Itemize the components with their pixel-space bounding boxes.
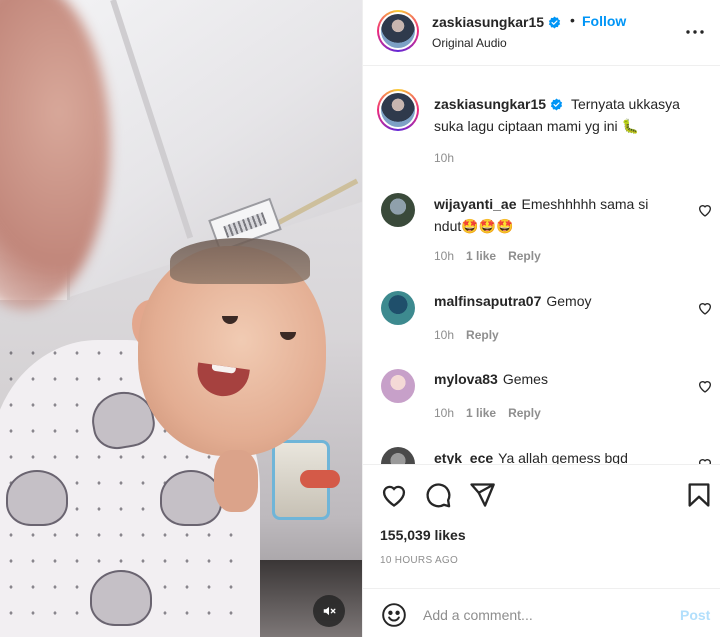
commenter-username[interactable]: malfinsaputra07 [434,293,541,309]
commenter-avatar[interactable] [381,291,415,325]
elephant-print [6,470,68,526]
comment-text: wijayanti_ae Emeshhhhh sama si ndut🤩🤩🤩 [434,193,674,237]
comment-meta: 10h 1 like Reply [434,406,541,420]
speaker-muted-icon [323,606,336,616]
author-avatar[interactable] [377,10,419,52]
comment-body: Gemoy [546,293,592,309]
comment-body: Ya allah gemess bgd [498,450,628,464]
reply-button[interactable]: Reply [508,406,541,420]
comment-meta: 10h 1 like Reply [434,249,541,263]
elephant-print [160,470,222,526]
comment-time: 10h [434,328,455,342]
comment-likes[interactable]: 1 like [466,249,496,263]
comment-meta: 10h Reply [434,328,499,342]
post-button[interactable]: Post [680,607,710,623]
like-heart-icon[interactable] [380,481,408,509]
post-header: zaskiasungkar15 • Follow Original Audio [363,0,720,66]
separator-dot: • [570,12,575,28]
commenter-avatar[interactable] [381,193,415,227]
more-horizontal-icon[interactable] [683,20,707,44]
comment-time: 10h [434,249,455,263]
baby-hand [214,450,258,512]
heart-icon[interactable] [697,202,713,218]
heart-icon[interactable] [697,456,713,464]
emoji-icon[interactable] [381,602,407,628]
comment-text: etyk_ece Ya allah gemess bgd [434,447,674,464]
comment-input[interactable] [423,601,653,629]
caption-avatar[interactable] [377,89,419,131]
comment-time: 10h [434,406,455,420]
author-username-text[interactable]: zaskiasungkar15 [432,14,544,30]
commenter-username[interactable]: etyk_ece [434,450,493,464]
commenter-avatar[interactable] [381,447,415,464]
audio-label[interactable]: Original Audio [432,36,507,50]
comment-likes[interactable]: 1 like [466,406,496,420]
caption-username[interactable]: zaskiasungkar15 [434,96,546,112]
comment-icon[interactable] [424,481,452,509]
comments-list[interactable]: zaskiasungkar15 Ternyata ukkasya suka la… [363,67,720,464]
reply-button[interactable]: Reply [466,328,499,342]
caption-text: zaskiasungkar15 Ternyata ukkasya suka la… [434,93,704,137]
baby-hair [170,238,310,284]
post-timestamp[interactable]: 10 HOURS AGO [380,555,458,566]
post-actions: 155,039 likes 10 HOURS AGO [363,464,720,584]
commenter-avatar[interactable] [381,369,415,403]
toy-part [300,470,340,488]
commenter-username[interactable]: wijayanti_ae [434,196,517,212]
bookmark-icon[interactable] [685,481,713,509]
elephant-print [90,570,152,626]
post-side-panel: zaskiasungkar15 • Follow Original Audio … [362,0,720,637]
verified-badge-icon [548,16,561,29]
heart-icon[interactable] [697,378,713,394]
commenter-username[interactable]: mylova83 [434,371,498,387]
likes-count[interactable]: 155,039 likes [380,527,466,543]
comment-text: malfinsaputra07 Gemoy [434,290,674,312]
verified-badge-icon [550,98,563,111]
add-comment-bar: Post [363,588,720,637]
follow-button[interactable]: Follow [582,13,626,29]
comment-text: mylova83 Gemes [434,368,674,390]
caption-time: 10h [434,151,455,165]
post-video[interactable] [0,0,362,637]
reply-button[interactable]: Reply [508,249,541,263]
author-username[interactable]: zaskiasungkar15 [432,14,561,30]
comment-body: Gemes [502,371,548,387]
share-send-icon[interactable] [468,481,496,509]
heart-icon[interactable] [697,300,713,316]
mute-button[interactable] [313,595,345,627]
